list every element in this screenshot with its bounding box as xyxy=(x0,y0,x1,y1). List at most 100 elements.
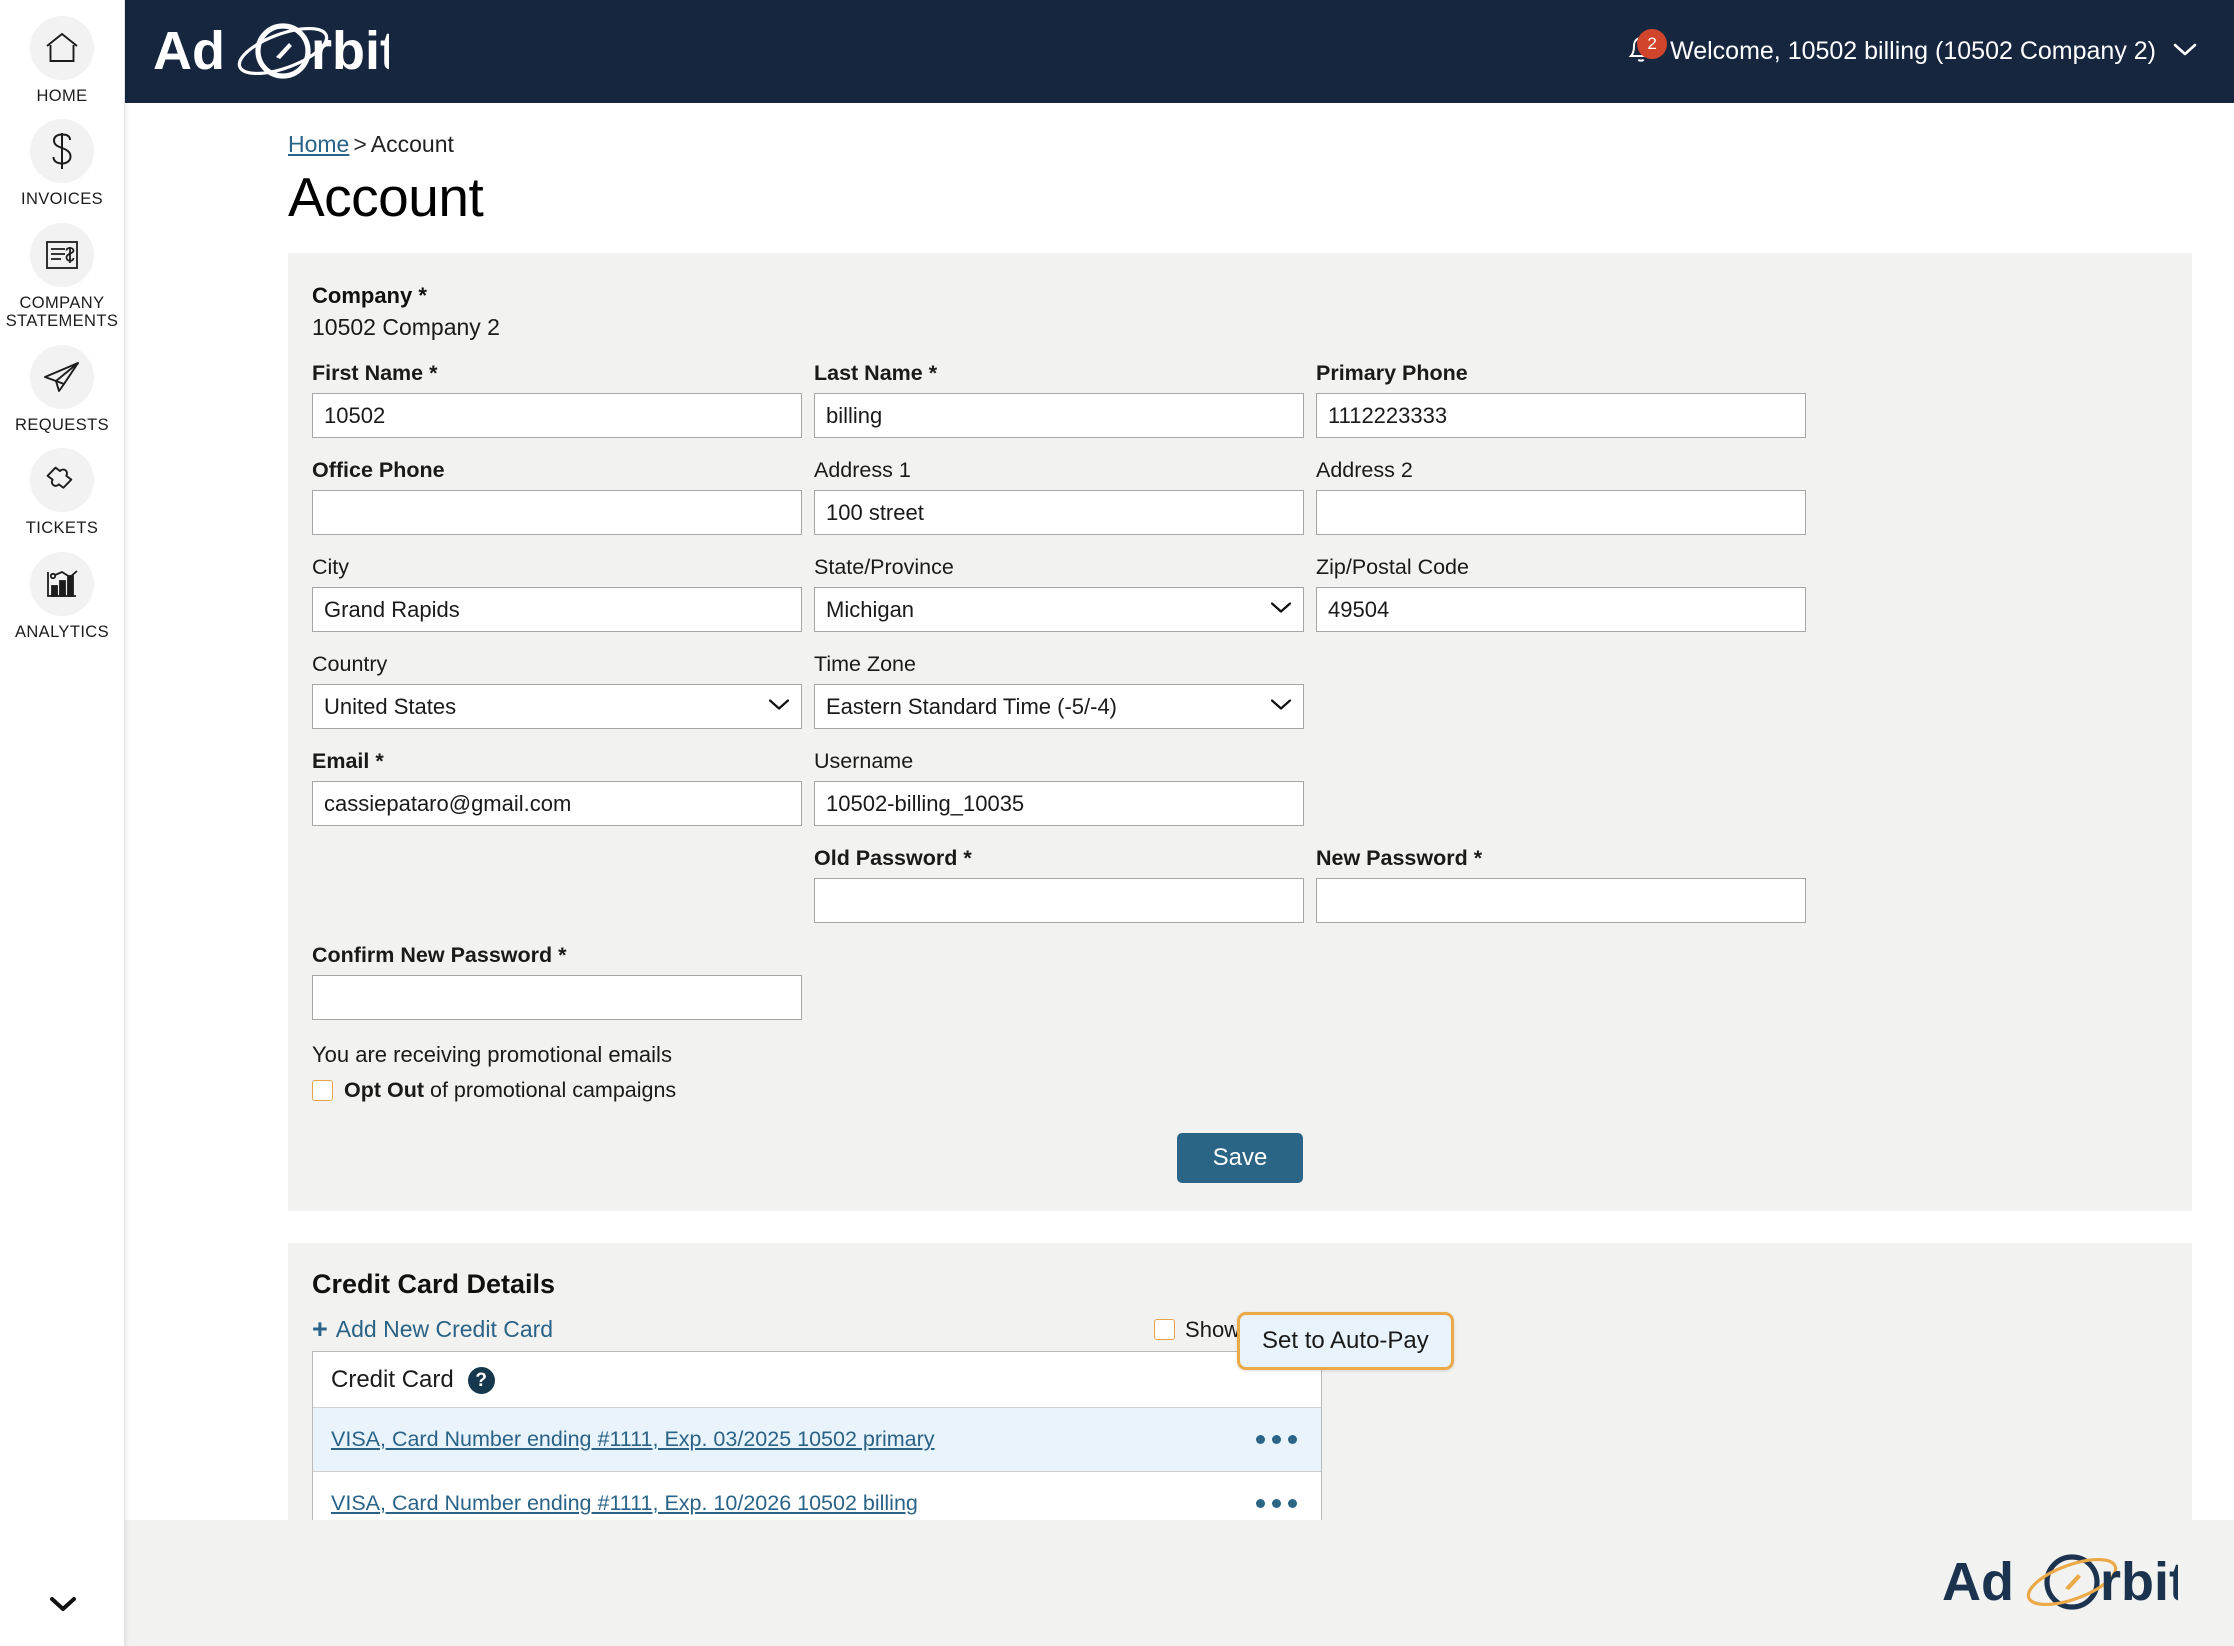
field-state-province: State/Province Michigan xyxy=(814,555,1316,652)
credit-card-link[interactable]: VISA, Card Number ending #1111, Exp. 03/… xyxy=(331,1427,935,1452)
sidebar-item-label: INVOICES xyxy=(20,190,104,209)
field-address-1: Address 1 xyxy=(814,458,1316,555)
address-2-input[interactable] xyxy=(1316,490,1806,536)
set-to-auto-pay-menu-item[interactable]: Set to Auto-Pay xyxy=(1237,1312,1454,1370)
field-spacer xyxy=(312,846,814,943)
primary-phone-input[interactable] xyxy=(1316,393,1806,439)
ellipsis-icon[interactable] xyxy=(1254,1493,1299,1514)
page-title: Account xyxy=(288,166,484,228)
new-password-input[interactable] xyxy=(1316,878,1806,924)
home-icon xyxy=(30,16,94,80)
save-button[interactable]: Save xyxy=(1176,1133,1304,1184)
field-address-2: Address 2 xyxy=(1316,458,1818,555)
field-label: Time Zone xyxy=(814,652,916,677)
field-label: Office Phone xyxy=(312,458,445,483)
field-office-phone: Office Phone xyxy=(312,458,814,555)
sidebar: HOME INVOICES COMPANY STATEMENTS REQUEST… xyxy=(0,0,125,1646)
breadcrumb: Home > Account xyxy=(125,103,2234,158)
sidebar-item-analytics[interactable]: ANALYTICS xyxy=(0,551,124,641)
page-content: Home > Account Account Company * 10502 Com… xyxy=(125,103,2234,1520)
credit-card-column-header: Credit Card xyxy=(331,1366,454,1394)
credit-card-toolbar: + Add New Credit Card Show Inactive xyxy=(312,1316,1322,1343)
app-footer: Ad rbit xyxy=(125,1520,2234,1646)
field-label: Zip/Postal Code xyxy=(1316,555,1469,580)
address-1-input[interactable] xyxy=(814,490,1304,536)
opt-out-checkbox[interactable] xyxy=(312,1080,333,1102)
field-label: City xyxy=(312,555,350,580)
sidebar-collapse-button[interactable] xyxy=(0,1595,125,1618)
sidebar-item-home[interactable]: HOME xyxy=(0,16,124,105)
user-menu-chevron-down-icon[interactable] xyxy=(2172,41,2198,62)
question-mark-icon[interactable]: ? xyxy=(467,1366,495,1394)
app-root: HOME INVOICES COMPANY STATEMENTS REQUEST… xyxy=(0,0,2234,1646)
statement-icon xyxy=(30,222,94,287)
notification-badge: 2 xyxy=(1637,28,1668,59)
field-confirm-new-password: Confirm New Password * xyxy=(312,943,814,1040)
notifications-button[interactable]: 2 xyxy=(1624,28,1668,72)
last-name-input[interactable] xyxy=(814,393,1304,439)
ad-orbit-logo-icon: Ad rbit xyxy=(153,21,389,81)
chevron-down-icon xyxy=(48,1595,78,1618)
add-new-credit-card-button[interactable]: + Add New Credit Card xyxy=(312,1316,553,1343)
breadcrumb-separator: > xyxy=(353,131,367,157)
field-city: City xyxy=(312,555,814,652)
field-label: Last Name * xyxy=(814,361,938,386)
username-input[interactable] xyxy=(814,781,1304,827)
table-row[interactable]: VISA, Card Number ending #1111, Exp. 03/… xyxy=(313,1408,1321,1473)
field-time-zone: Time Zone Eastern Standard Time (-5/-4) xyxy=(814,652,1316,749)
save-row: Save xyxy=(312,1133,2168,1184)
field-country: Country United States xyxy=(312,652,814,749)
credit-card-link[interactable]: VISA, Card Number ending #1111, Exp. 10/… xyxy=(331,1491,918,1516)
breadcrumb-current: Account xyxy=(370,131,454,157)
field-spacer xyxy=(814,943,1316,1040)
sidebar-item-company-statements[interactable]: COMPANY STATEMENTS xyxy=(0,222,124,331)
field-primary-phone: Primary Phone xyxy=(1316,361,1818,458)
old-password-input[interactable] xyxy=(814,878,1304,924)
credit-card-details-title: Credit Card Details xyxy=(312,1269,556,1300)
field-old-password: Old Password * xyxy=(814,846,1316,943)
credit-card-table: Credit Card ? VISA, Card Number ending #… xyxy=(312,1351,1322,1520)
field-label: Country xyxy=(312,652,388,677)
ticket-icon xyxy=(30,448,94,513)
field-last-name: Last Name * xyxy=(814,361,1316,458)
show-inactive-checkbox[interactable] xyxy=(1154,1319,1176,1341)
app-header: Ad rbit 2 Welcome, xyxy=(125,0,2234,103)
field-label: New Password * xyxy=(1316,846,1483,871)
header-user-zone: 2 Welcome, 10502 billing (10502 Company … xyxy=(1624,28,2198,72)
field-spacer xyxy=(1316,749,1818,846)
zip-postal-code-input[interactable] xyxy=(1316,587,1806,633)
company-value: 10502 Company 2 xyxy=(312,314,500,341)
sidebar-item-label: REQUESTS xyxy=(15,415,109,434)
table-row[interactable]: VISA, Card Number ending #1111, Exp. 10/… xyxy=(313,1472,1321,1520)
welcome-label: Welcome, 10502 billing (10502 Company 2) xyxy=(1670,37,2156,65)
confirm-new-password-input[interactable] xyxy=(312,975,802,1021)
sidebar-item-requests[interactable]: REQUESTS xyxy=(0,344,124,434)
time-zone-select[interactable]: Eastern Standard Time (-5/-4) xyxy=(814,684,1304,730)
sidebar-item-invoices[interactable]: INVOICES xyxy=(0,119,124,208)
breadcrumb-home-link[interactable]: Home xyxy=(288,131,349,157)
bar-chart-icon xyxy=(30,551,94,616)
state-province-select[interactable]: Michigan xyxy=(814,587,1304,633)
opt-out-row: Opt Out of promotional campaigns xyxy=(312,1078,2168,1103)
account-form-grid: First Name * Last Name * Primary Phone O… xyxy=(312,361,2168,1040)
sidebar-item-tickets[interactable]: TICKETS xyxy=(0,448,124,537)
svg-text:rbit: rbit xyxy=(311,21,389,81)
credit-card-details-panel: Credit Card Details + Add New Credit Car… xyxy=(288,1243,2192,1520)
header-logo[interactable]: Ad rbit xyxy=(153,21,389,83)
field-label: State/Province xyxy=(814,555,954,580)
account-form-panel: Company * 10502 Company 2 First Name * L… xyxy=(288,253,2192,1212)
field-label: Confirm New Password * xyxy=(312,943,567,968)
field-label: First Name * xyxy=(312,361,438,386)
office-phone-input[interactable] xyxy=(312,490,802,536)
field-label: Address 1 xyxy=(814,458,911,483)
city-input[interactable] xyxy=(312,587,802,633)
opt-out-label: Opt Out of promotional campaigns xyxy=(344,1078,676,1103)
field-label: Email * xyxy=(312,749,384,774)
email-input[interactable] xyxy=(312,781,802,827)
country-select[interactable]: United States xyxy=(312,684,802,730)
sidebar-item-label: HOME xyxy=(36,87,88,105)
field-zip-postal-code: Zip/Postal Code xyxy=(1316,555,1818,652)
ellipsis-icon[interactable] xyxy=(1254,1429,1299,1450)
first-name-input[interactable] xyxy=(312,393,802,439)
svg-text:Ad: Ad xyxy=(153,21,225,81)
